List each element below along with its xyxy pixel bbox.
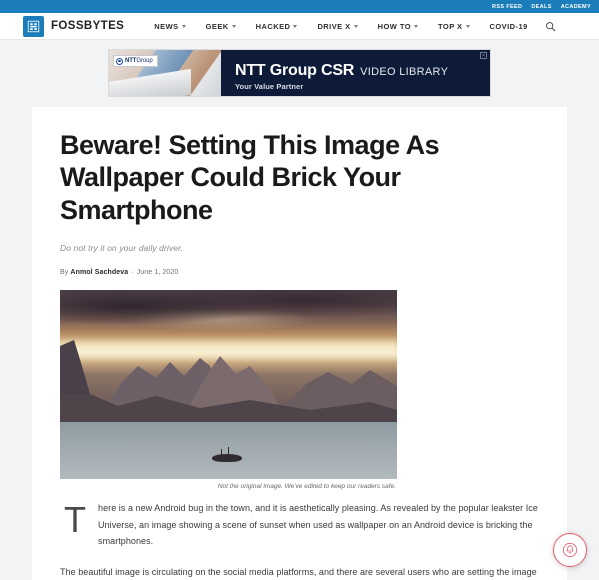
nav-label-how-to: HOW TO <box>377 21 412 31</box>
byline-prefix: By <box>60 269 69 277</box>
ad-logo-group: Group <box>136 58 153 64</box>
article-body: There is a new Android bug in the town, … <box>60 499 539 580</box>
hero-island <box>211 447 242 463</box>
nav-label-top-x: TOP X <box>438 21 463 31</box>
chevron-down-icon <box>231 25 236 28</box>
nav-label-news: NEWS <box>154 21 179 31</box>
paragraph-2: The beautiful image is circulating on th… <box>60 567 537 578</box>
nav-item-top-x[interactable]: TOP X <box>428 22 479 31</box>
chevron-down-icon <box>181 25 186 28</box>
ad-logo-ntt: NTT <box>125 58 137 64</box>
rss-feed-link[interactable]: RSS FEED <box>492 4 522 10</box>
utility-topbar: RSS FEED DEALS ACADEMY <box>0 0 599 13</box>
bell-icon <box>562 542 578 558</box>
publish-date: June 1, 2020 <box>136 269 179 277</box>
page-title: Beware! Setting This Image As Wallpaper … <box>60 130 440 225</box>
search-icon <box>545 21 555 31</box>
nav-label-hacked: HACKED <box>255 21 291 31</box>
article-subtitle: Do not try it on your daily driver. <box>60 243 184 254</box>
academy-link[interactable]: ACADEMY <box>561 4 591 10</box>
brand-name: FOSSBYTES <box>51 20 125 32</box>
ad-banner-ntt-group[interactable]: NTTGroup NTT Group CSR VIDEO LIBRARY You… <box>108 49 491 97</box>
hero-mountains <box>60 336 397 423</box>
ad-headline-sub: VIDEO LIBRARY <box>360 65 449 78</box>
article-card: Beware! Setting This Image As Wallpaper … <box>32 107 567 580</box>
search-button[interactable] <box>541 17 559 35</box>
nav-label-geek: GEEK <box>205 21 229 31</box>
ad-zone: NTTGroup NTT Group CSR VIDEO LIBRARY You… <box>0 40 599 107</box>
ad-tagline: Your Value Partner <box>235 81 304 91</box>
site-logo[interactable]: FOSSBYTES <box>23 15 125 37</box>
chevron-down-icon <box>293 25 298 28</box>
paragraph-1: There is a new Android bug in the town, … <box>64 499 538 547</box>
chevron-down-icon <box>465 25 470 28</box>
hero-figure: Not the original image. We've edited to … <box>60 290 539 490</box>
nav-item-covid-19[interactable]: COVID-19 <box>480 22 538 31</box>
nav-item-geek[interactable]: GEEK <box>196 22 246 31</box>
nav-item-how-to[interactable]: HOW TO <box>368 22 428 31</box>
nav-item-news[interactable]: NEWS <box>144 22 195 31</box>
ad-photo: NTTGroup <box>109 50 221 96</box>
ad-headline: NTT Group CSR <box>235 61 355 79</box>
image-caption: Not the original image. We've edited to … <box>217 483 396 491</box>
chevron-down-icon <box>414 25 419 28</box>
deals-link[interactable]: DEALS <box>531 4 551 10</box>
primary-nav: NEWS GEEK HACKED DRIVE X HOW TO TOP X CO… <box>144 22 537 31</box>
fossbytes-logo-icon <box>23 15 44 37</box>
hero-image-sunset-wallpaper <box>60 290 397 480</box>
nav-label-covid-19: COVID-19 <box>489 21 528 31</box>
ntt-group-logo: NTTGroup <box>113 55 158 67</box>
chevron-down-icon <box>353 25 358 28</box>
nav-item-drive-x[interactable]: DRIVE X <box>307 22 367 31</box>
notification-subscribe-button[interactable] <box>553 533 587 567</box>
author-name[interactable]: Anmol Sachdeva <box>70 269 128 276</box>
byline: By Anmol Sachdeva · June 1, 2020 <box>60 269 179 277</box>
ad-close-icon[interactable]: × <box>480 52 487 59</box>
main-navbar: FOSSBYTES NEWS GEEK HACKED DRIVE X HOW T… <box>0 13 599 40</box>
ad-copy: NTT Group CSR VIDEO LIBRARY Your Value P… <box>221 50 490 96</box>
nav-item-hacked[interactable]: HACKED <box>246 22 308 31</box>
ntt-logo-icon <box>116 57 123 65</box>
nav-label-drive-x: DRIVE X <box>317 21 351 31</box>
